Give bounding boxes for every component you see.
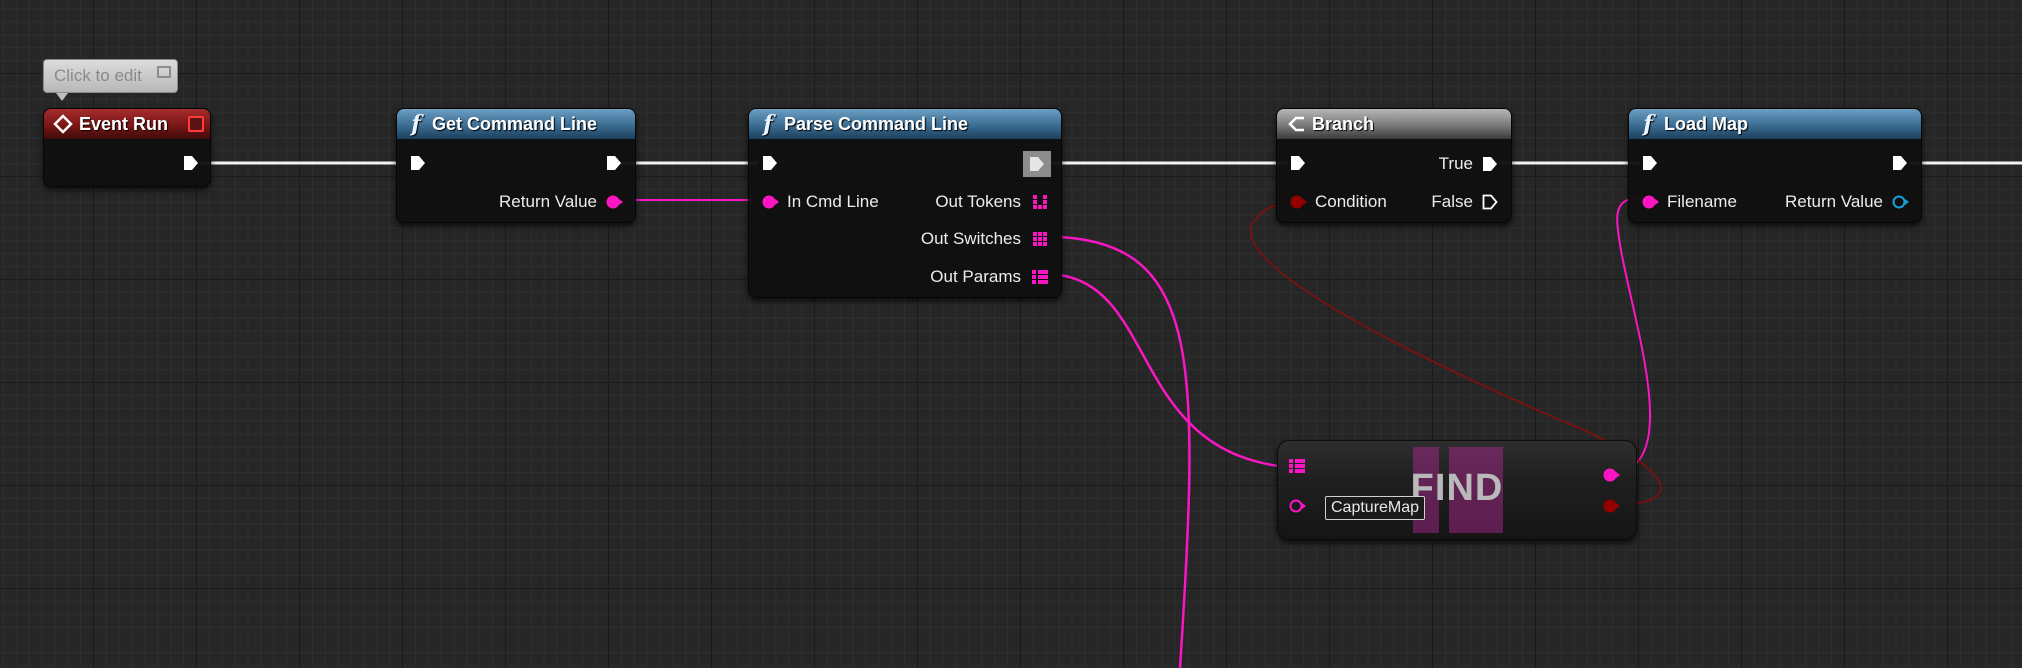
parse-command-line-header: f Parse Command Line — [749, 109, 1061, 139]
load-map-exec-in-row — [1641, 154, 1659, 172]
parse-command-line-node[interactable]: f Parse Command Line In Cmd Line Out Tok… — [748, 108, 1062, 298]
out-switches-label: Out Switches — [920, 229, 1021, 248]
exec-in-pin-icon[interactable] — [1641, 154, 1659, 172]
return-value-label: Return Value — [1785, 192, 1883, 211]
load-map-node[interactable]: f Load Map Filename Return Value — [1628, 108, 1922, 223]
parse-command-line-title: Parse Command Line — [784, 113, 969, 134]
false-label: False — [1431, 192, 1473, 211]
get-command-line-header: f Get Command Line — [397, 109, 635, 139]
branch-true-row: True — [1439, 154, 1499, 174]
get-command-line-exec-out-row — [605, 154, 623, 172]
parse-in-cmd-line-row: In Cmd Line — [761, 192, 879, 212]
array-out-pin-icon[interactable] — [1031, 230, 1049, 248]
branch-condition-row: Condition — [1289, 192, 1387, 212]
comment-bubble[interactable]: Click to edit — [43, 59, 178, 93]
array-out-pin-icon[interactable] — [1031, 193, 1049, 211]
array-wire-out-switches — [1059, 235, 1191, 668]
comment-tail — [56, 93, 68, 101]
exec-out-unconnected-pin-icon[interactable] — [1481, 193, 1499, 211]
in-cmd-line-label: In Cmd Line — [787, 192, 879, 211]
function-f-icon: f — [763, 111, 773, 137]
function-f-icon: f — [411, 111, 421, 137]
true-label: True — [1438, 154, 1473, 173]
branch-icon — [1285, 114, 1307, 134]
parse-exec-in-row — [761, 154, 779, 172]
load-map-header: f Load Map — [1629, 109, 1921, 139]
event-run-exec-out-row — [182, 154, 200, 172]
find-key-input[interactable]: CaptureMap — [1325, 496, 1426, 520]
return-value-label: Return Value — [499, 192, 597, 211]
parse-out-tokens-row: Out Tokens — [935, 192, 1049, 212]
exec-in-pin-icon[interactable] — [761, 154, 779, 172]
load-map-filename-row: Filename — [1641, 192, 1737, 212]
bool-in-pin-icon[interactable] — [1289, 193, 1307, 211]
out-tokens-label: Out Tokens — [935, 192, 1021, 211]
find-bool-out-row — [1602, 497, 1620, 515]
event-run-title: Event Run — [79, 113, 169, 134]
out-params-label: Out Params — [930, 267, 1021, 286]
exec-out-pin-icon[interactable] — [182, 154, 200, 172]
branch-header: Branch — [1277, 109, 1511, 139]
parse-out-switches-row: Out Switches — [921, 229, 1049, 249]
get-command-line-exec-in-row — [409, 154, 427, 172]
exec-out-pin-icon[interactable] — [605, 154, 623, 172]
parse-exec-out-row — [1023, 151, 1051, 177]
event-run-header: Event Run — [44, 109, 210, 139]
wire-layer — [200, 161, 2022, 668]
find-map-in-row — [1288, 457, 1306, 475]
event-run-node[interactable]: Event Run — [43, 108, 211, 187]
exec-out-pin-icon[interactable] — [1481, 155, 1499, 173]
find-node[interactable]: FIND CaptureMap — [1277, 440, 1637, 540]
string-in-pin-icon[interactable] — [1641, 193, 1659, 211]
exec-in-pin-icon[interactable] — [409, 154, 427, 172]
bool-out-pin-icon[interactable] — [1602, 497, 1620, 515]
map-in-pin-icon[interactable] — [1288, 457, 1306, 475]
load-map-return-row: Return Value — [1785, 192, 1909, 212]
load-map-title: Load Map — [1664, 113, 1748, 134]
map-wire-out-params-to-find — [1059, 273, 1301, 470]
comment-pin-icon[interactable] — [157, 66, 171, 78]
load-map-exec-out-row — [1891, 154, 1909, 172]
condition-label: Condition — [1315, 192, 1387, 211]
find-key-in-row — [1288, 497, 1306, 515]
get-command-line-title: Get Command Line — [432, 113, 598, 134]
parse-out-params-row: Out Params — [930, 267, 1049, 287]
event-diamond-icon — [52, 114, 74, 134]
exec-out-pin-icon[interactable] — [1891, 154, 1909, 172]
get-command-line-return-row: Return Value — [499, 192, 623, 212]
exec-out-pin-icon[interactable] — [1023, 151, 1051, 177]
string-in-pin-icon[interactable] — [761, 193, 779, 211]
string-out-pin-icon[interactable] — [605, 193, 623, 211]
branch-false-row: False — [1431, 192, 1499, 212]
exec-in-pin-icon[interactable] — [1289, 154, 1307, 172]
event-delegate-pin-icon[interactable] — [188, 116, 204, 132]
string-out-pin-icon[interactable] — [1602, 466, 1620, 484]
string-in-unconnected-pin-icon[interactable] — [1288, 497, 1306, 515]
string-wire-find-to-filename — [1611, 197, 1652, 474]
comment-text: Click to edit — [54, 66, 142, 85]
branch-title: Branch — [1312, 113, 1375, 134]
object-out-pin-icon[interactable] — [1891, 193, 1909, 211]
function-f-icon: f — [1643, 111, 1653, 137]
get-command-line-node[interactable]: f Get Command Line Return Value — [396, 108, 636, 223]
filename-label: Filename — [1667, 192, 1737, 211]
branch-node[interactable]: Branch True Condition False — [1276, 108, 1512, 223]
map-out-pin-icon[interactable] — [1031, 268, 1049, 286]
branch-exec-in-row — [1289, 154, 1307, 172]
find-value-out-row — [1602, 466, 1620, 484]
